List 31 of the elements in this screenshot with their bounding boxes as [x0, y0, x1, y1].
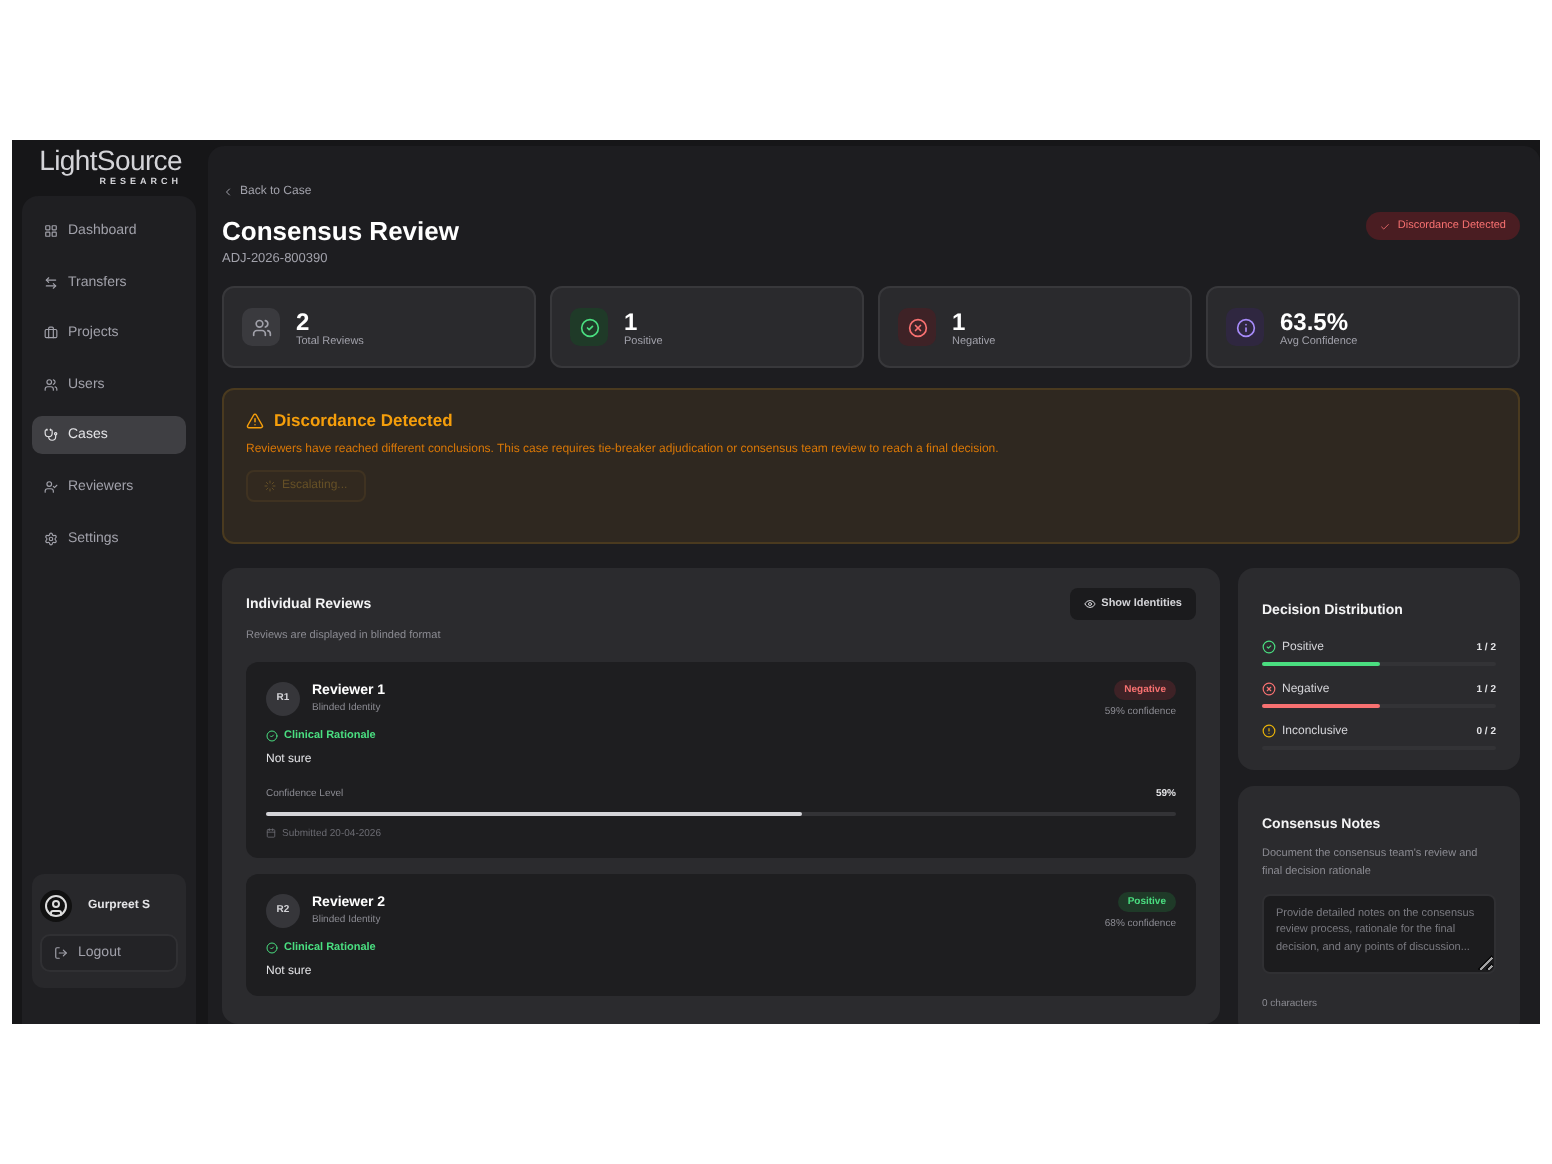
nav-icon	[44, 479, 58, 494]
stat-icon	[898, 308, 936, 346]
chevron-icon	[222, 186, 234, 198]
nav-icon	[44, 531, 58, 546]
stat-value: 1	[952, 307, 968, 335]
nav-icon	[44, 224, 58, 238]
alert-title: Discordance Detected	[274, 410, 453, 430]
warning-icon	[246, 411, 264, 429]
spinner-icon	[264, 480, 276, 492]
check-circle-icon	[266, 729, 278, 742]
eye-icon	[1083, 598, 1096, 610]
check-icon	[1379, 221, 1390, 231]
calendar-icon	[266, 828, 276, 839]
stat-icon	[570, 308, 608, 346]
status-icon	[1262, 724, 1276, 738]
avatar-icon	[40, 890, 72, 922]
stat-icon	[242, 308, 280, 346]
status-icon	[1262, 640, 1276, 654]
nav-icon	[44, 326, 58, 341]
status-icon	[1262, 682, 1276, 696]
nav-icon	[44, 377, 58, 392]
stat-icon	[1226, 308, 1264, 346]
page-title: Consensus Review	[222, 216, 459, 246]
stat-value: 1	[624, 307, 640, 335]
logout-icon	[54, 946, 68, 960]
stat-value: 63.5%	[1280, 307, 1351, 335]
nav-icon	[44, 275, 58, 290]
check-circle-icon	[266, 941, 278, 954]
stat-value: 2	[296, 307, 312, 335]
brand-name: LightSource	[39, 146, 182, 176]
nav-icon	[44, 428, 58, 443]
